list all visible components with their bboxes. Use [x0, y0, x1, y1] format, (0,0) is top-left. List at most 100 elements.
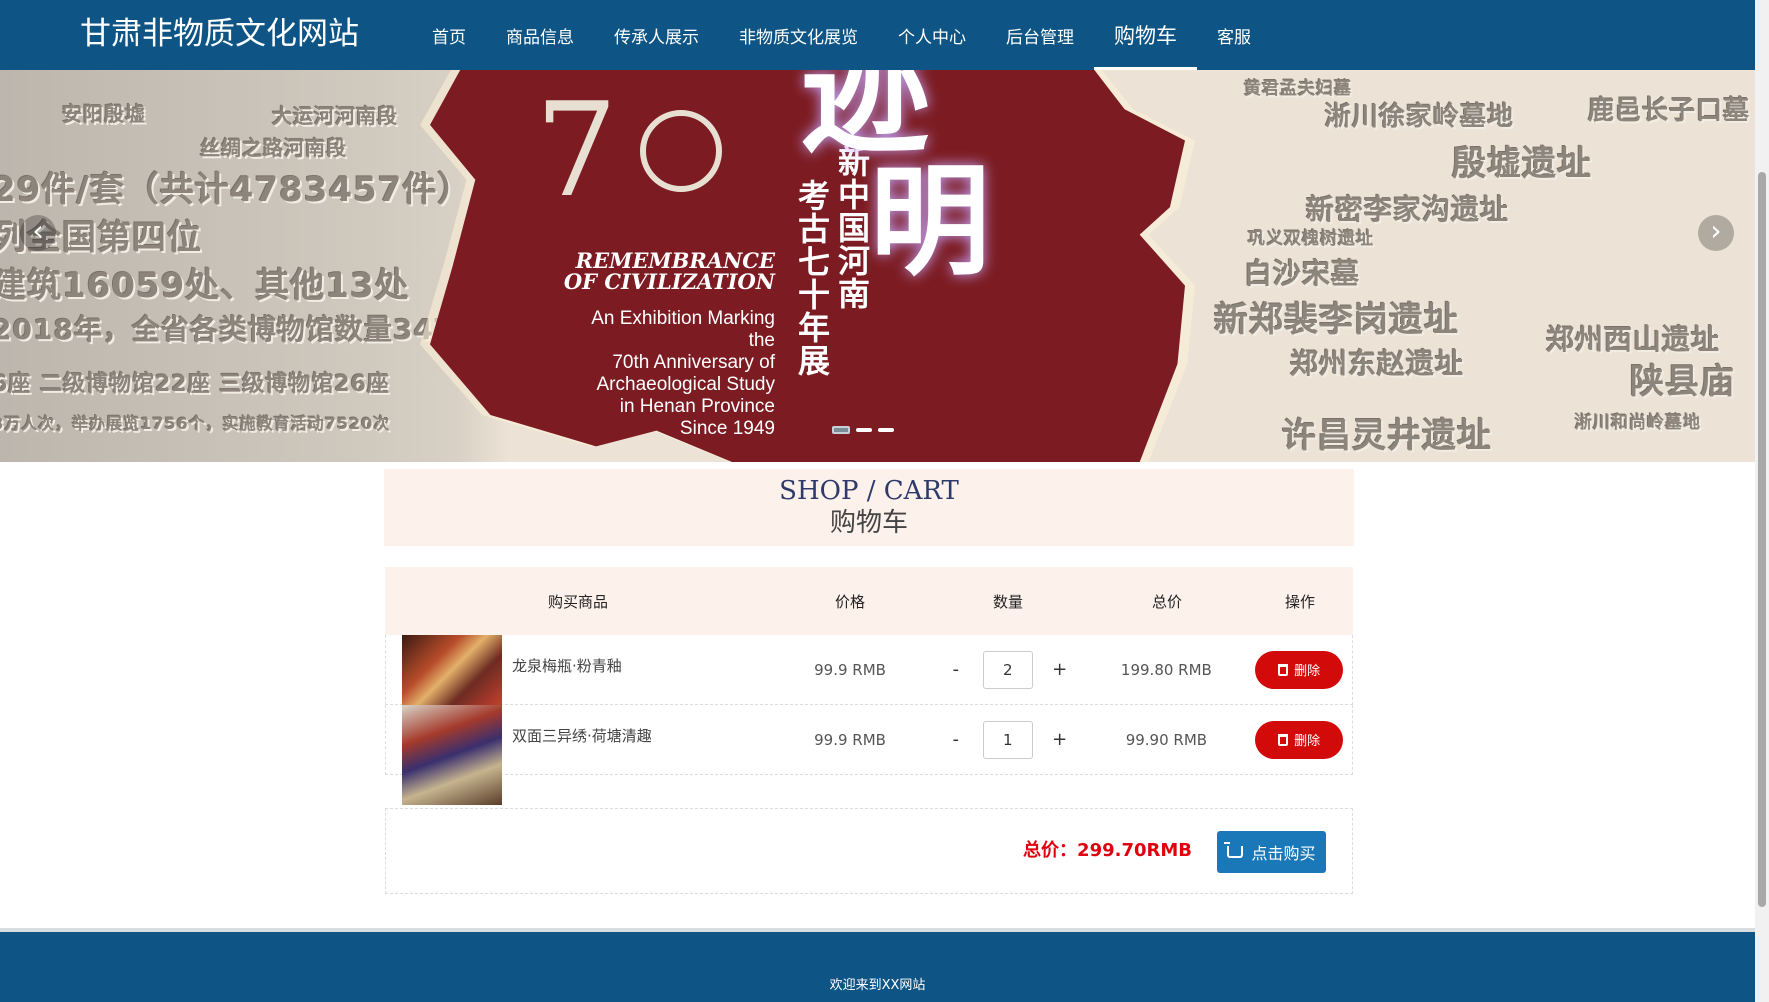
delete-label: 删除	[1294, 663, 1321, 678]
nav-item-exhibition[interactable]: 非物质文化展览	[719, 0, 878, 70]
main-content: 甘肃非物质文化网站 首页 商品信息 传承人展示 非物质文化展览 个人中心 后台管…	[0, 0, 1755, 1002]
quantity-increase-button[interactable]: +	[1049, 729, 1071, 750]
wall-text: 新密李家沟遗址	[1306, 193, 1510, 226]
delete-button[interactable]: 删除	[1255, 650, 1344, 689]
exhibition-title-line: REMEMBRANCE	[575, 248, 775, 273]
nav-item-products[interactable]: 商品信息	[486, 0, 594, 70]
wall-text: 鹿邑长子口墓	[1588, 96, 1751, 126]
product-name[interactable]: 双面三异绣·荷塘清趣	[512, 725, 652, 746]
product-thumbnail[interactable]	[402, 704, 502, 805]
quantity-stepper: - +	[929, 720, 1087, 759]
scrollbar-thumb[interactable]	[1758, 172, 1766, 907]
cart-icon	[1224, 842, 1244, 858]
cart-summary: 总价：299.70RMB 点击购买	[385, 808, 1353, 894]
nav-item-profile[interactable]: 个人中心	[878, 0, 986, 70]
exhibition-title: REMEMBRANCE OF CIVILIZATION	[560, 250, 775, 292]
navbar: 甘肃非物质文化网站 首页 商品信息 传承人展示 非物质文化展览 个人中心 后台管…	[0, 0, 1755, 70]
quantity-input[interactable]	[982, 650, 1033, 689]
product-thumbnail[interactable]	[402, 634, 502, 705]
site-brand[interactable]: 甘肃非物质文化网站	[80, 14, 359, 54]
wall-text: 29件/套（共计4783457件）	[0, 170, 473, 210]
wall-text: 郑州东赵遗址	[1290, 347, 1465, 380]
quantity-increase-button[interactable]: +	[1049, 659, 1071, 680]
cart-title-cn: 购物车	[829, 508, 908, 538]
quantity-stepper: - +	[929, 650, 1087, 689]
exhibition-big-character: 明	[870, 153, 990, 292]
checkout-label: 点击购买	[1251, 846, 1316, 863]
checkout-button[interactable]: 点击购买	[1217, 831, 1326, 873]
exhibition-vertical-title: 考古七十年展	[797, 177, 830, 380]
column-header-quantity: 数量	[992, 592, 1023, 611]
product-cell: 双面三异绣·荷塘清趣	[386, 704, 771, 805]
column-header-product: 购买商品	[547, 592, 608, 611]
cart-title-en: SHOP / CART	[779, 476, 959, 506]
wall-text: 丝绸之路河南段	[200, 136, 347, 160]
product-cell: 龙泉梅瓶·粉青釉	[386, 634, 771, 705]
table-row: 龙泉梅瓶·粉青釉 99.9 RMB - + 199.80 RMB 删除	[385, 634, 1353, 705]
wall-text: 殷墟遗址	[1452, 144, 1592, 184]
exhibition-subtitle-line: Since 1949	[679, 418, 775, 439]
cart-table: 购买商品 价格 数量 总价 操作 龙泉梅瓶·粉青釉 99.9 RMB - + 1…	[385, 567, 1353, 805]
carousel-indicator-3[interactable]	[878, 428, 894, 432]
carousel-prev-icon[interactable]: ‹	[20, 215, 56, 251]
wall-text: 安阳殷墟	[62, 102, 146, 126]
wall-text: 2018年，全省各类博物馆数量347家	[0, 313, 484, 346]
product-price: 99.9 RMB	[814, 730, 886, 749]
delete-label: 删除	[1294, 733, 1321, 748]
carousel-indicators	[832, 426, 894, 434]
quantity-input[interactable]	[982, 720, 1033, 759]
product-price: 99.9 RMB	[814, 660, 886, 679]
exhibition-title-line: OF CIVILIZATION	[563, 269, 775, 294]
wall-text: 建筑16059处、其他13处	[0, 266, 410, 306]
action-cell: 删除	[1246, 720, 1352, 759]
quantity-decrease-button[interactable]: -	[945, 659, 967, 680]
carousel-indicator-2[interactable]	[856, 428, 872, 432]
nav-item-inheritors[interactable]: 传承人展示	[594, 0, 719, 70]
carousel-indicator-1[interactable]	[832, 426, 850, 434]
wall-text: 郑州西山遗址	[1546, 323, 1721, 356]
carousel-next-icon[interactable]: ›	[1698, 215, 1734, 251]
column-header-price: 价格	[834, 592, 865, 611]
wall-text: 8万人次，举办展览1756个，实施教育活动7520次	[0, 414, 391, 433]
column-header-subtotal: 总价	[1151, 592, 1182, 611]
footer: 欢迎来到XX网站	[0, 928, 1755, 1002]
wall-text: 新郑裴李岗遗址	[1214, 300, 1459, 340]
exhibition-subtitle-line: Archaeological Study	[596, 374, 776, 395]
cart-title-box: SHOP / CART 购物车	[384, 469, 1354, 546]
action-cell: 删除	[1246, 650, 1352, 689]
page-scrollbar[interactable]	[1755, 0, 1769, 1002]
footer-text: 欢迎来到XX网站	[829, 978, 926, 993]
product-subtotal: 99.90 RMB	[1125, 730, 1208, 749]
nav-item-admin[interactable]: 后台管理	[986, 0, 1094, 70]
product-subtotal: 199.80 RMB	[1120, 660, 1212, 679]
wall-text: 6座 二级博物馆22座 三级博物馆26座	[0, 372, 390, 397]
exhibition-subtitle: An Exhibition Marking the 70th Anniversa…	[565, 308, 775, 440]
table-row: 双面三异绣·荷塘清趣 99.9 RMB - + 99.90 RMB 删除	[385, 704, 1353, 805]
wall-text: 白沙宋墓	[1244, 257, 1361, 290]
wall-text: 淅川和尚岭墓地	[1575, 413, 1701, 433]
wall-text: 陕县庙	[1630, 362, 1735, 402]
nav-item-support[interactable]: 客服	[1197, 0, 1271, 70]
trash-icon	[1278, 733, 1289, 746]
seventy-zero-ring	[640, 110, 722, 192]
quantity-decrease-button[interactable]: -	[945, 729, 967, 750]
product-name[interactable]: 龙泉梅瓶·粉青釉	[512, 655, 622, 676]
cart-total: 总价：299.70RMB	[1023, 840, 1192, 861]
wall-text: 许昌灵井遗址	[1282, 416, 1492, 456]
exhibition-subtitle-line: An Exhibition Marking the	[591, 308, 775, 351]
wall-text: 淅川徐家岭墓地	[1325, 102, 1515, 132]
cart-table-header: 购买商品 价格 数量 总价 操作	[385, 567, 1353, 635]
seventy-numeral: 7	[535, 74, 618, 226]
exhibition-subtitle-line: in Henan Province	[619, 396, 775, 417]
main-nav: 首页 商品信息 传承人展示 非物质文化展览 个人中心 后台管理 购物车 客服	[412, 0, 1271, 70]
nav-item-cart[interactable]: 购物车	[1094, 0, 1197, 70]
wall-text: 巩义双槐树遗址	[1248, 229, 1374, 249]
trash-icon	[1278, 663, 1289, 676]
delete-button[interactable]: 删除	[1255, 720, 1344, 759]
page: 甘肃非物质文化网站 首页 商品信息 传承人展示 非物质文化展览 个人中心 后台管…	[0, 0, 1769, 1002]
wall-text: 大运河河南段	[272, 104, 398, 128]
exhibition-subtitle-line: 70th Anniversary of	[612, 352, 775, 373]
nav-item-home[interactable]: 首页	[412, 0, 486, 70]
exhibition-big-character: 迹	[800, 70, 931, 171]
banner-carousel[interactable]: 安阳殷墟 大运河河南段 丝绸之路河南段 29件/套（共计4783457件） 列全…	[0, 70, 1755, 462]
